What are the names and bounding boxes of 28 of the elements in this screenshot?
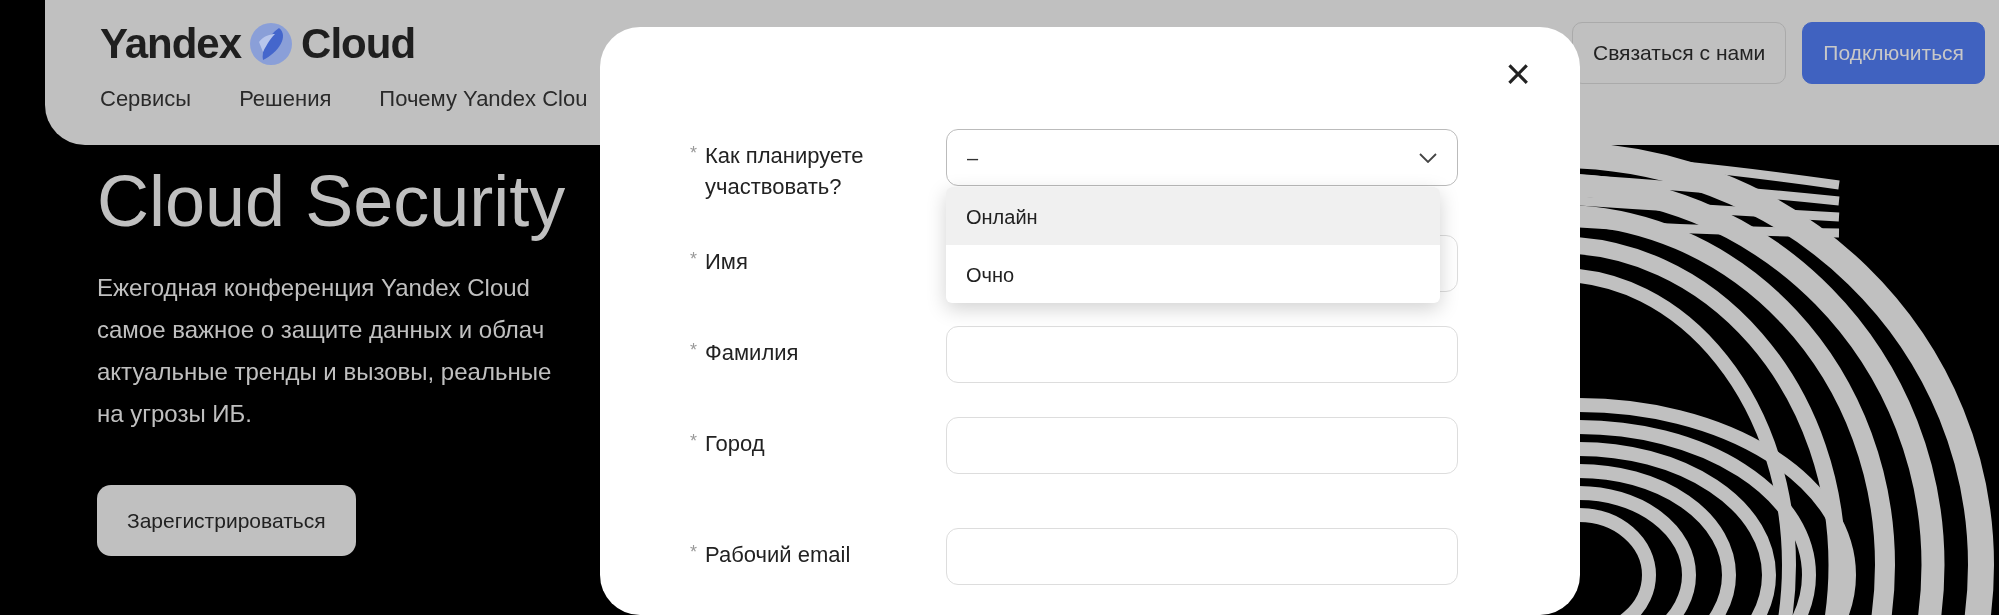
required-mark: * — [690, 247, 697, 271]
field-label: Имя — [705, 247, 748, 276]
required-mark: * — [690, 142, 697, 165]
dropdown-option[interactable]: Очно — [946, 245, 1440, 303]
nav-link[interactable]: Решения — [239, 82, 332, 115]
select-field[interactable]: – — [946, 129, 1458, 186]
field-label: Фамилия — [705, 338, 799, 367]
close-button[interactable]: × — [1501, 52, 1535, 96]
field-label: Город — [705, 429, 765, 458]
required-mark: * — [690, 540, 697, 564]
nav-link[interactable]: Сервисы — [100, 82, 192, 115]
field-label: Как планируете участвовать? — [705, 142, 865, 201]
input-field[interactable] — [946, 325, 1458, 383]
logo-text: Cloud — [301, 23, 416, 65]
nav-link[interactable]: Почему Yandex Clou — [379, 82, 588, 115]
logo-text: Yandex — [100, 23, 242, 65]
required-mark: * — [690, 429, 697, 453]
required-mark: * — [690, 338, 697, 362]
input-field[interactable] — [946, 527, 1458, 585]
hero-description: Ежегодная конференция Yandex Cloud самое важное о защите данных и облач актуальные тренды и вызовы, реальные на угрозы ИБ. — [97, 272, 553, 429]
input-field[interactable] — [946, 416, 1458, 474]
logo-icon — [249, 22, 294, 66]
select-value: – — [967, 145, 979, 171]
hero-title: Cloud Security — [97, 160, 566, 243]
chevron-down-icon — [1419, 152, 1437, 163]
dropdown-option[interactable]: Онлайн — [946, 187, 1440, 245]
field-label: Рабочий email — [705, 540, 851, 569]
register-button[interactable]: Зарегистрироваться — [97, 484, 356, 557]
